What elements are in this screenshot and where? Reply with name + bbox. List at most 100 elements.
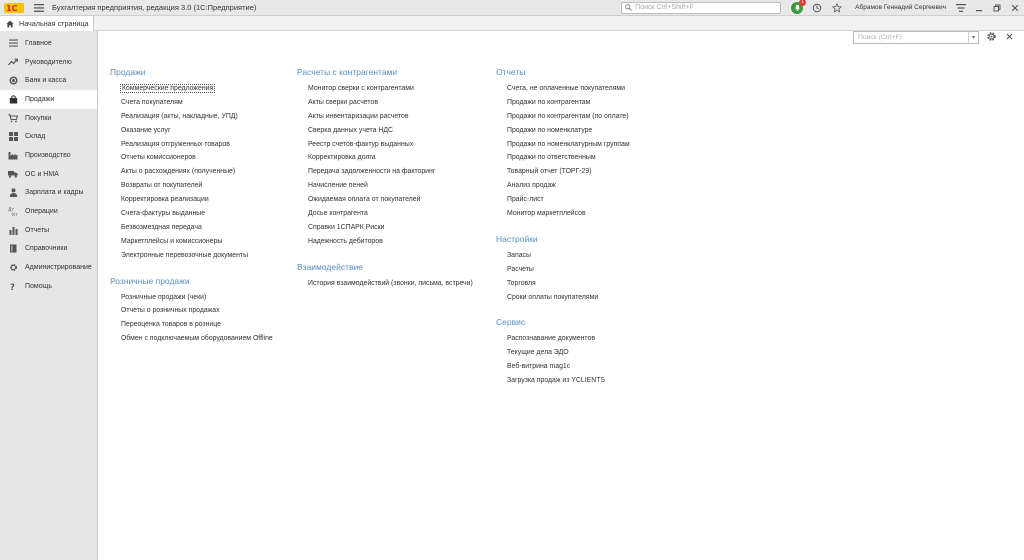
link-retail-reports[interactable]: Отчеты о розничных продажах (110, 304, 290, 318)
link-retail-receipts[interactable]: Розничные продажи (чеки) (110, 291, 290, 305)
column-sales: Продажи Коммерческие предложения Счета п… (110, 66, 290, 346)
grid-icon (8, 132, 18, 142)
link-free-transfer[interactable]: Безвозмездная передача (110, 221, 290, 235)
link-inventory-acts[interactable]: Акты инвентаризации расчетов (297, 110, 487, 124)
link-sales-by-item[interactable]: Продажи по номенклатуре (496, 124, 686, 138)
minimize-icon[interactable] (970, 1, 988, 15)
link-sales-by-counterparty[interactable]: Продажи по контрагентам (496, 96, 686, 110)
sidebar-item-help[interactable]: ? Помощь (0, 277, 97, 296)
sidebar-item-payroll[interactable]: Зарплата и кадры (0, 184, 97, 203)
link-interaction-history[interactable]: История взаимодействий (звонки, письма, … (297, 277, 487, 291)
link-customer-returns[interactable]: Возвраты от покупателей (110, 179, 290, 193)
1c-logo[interactable]: 1С (4, 2, 26, 14)
link-marketplaces[interactable]: Маркетплейсы и комиссионеры (110, 235, 290, 249)
truck-icon (8, 169, 18, 179)
link-sales-acts[interactable]: Реализация (акты, накладные, УПД) (110, 110, 290, 124)
favorites-star-icon[interactable] (830, 1, 844, 15)
link-settings-stock[interactable]: Запасы (496, 249, 686, 263)
sidebar-item-directories[interactable]: Справочники (0, 240, 97, 259)
link-shipped-goods[interactable]: Реализация отгруженных товаров (110, 138, 290, 152)
tab-home-page[interactable]: Начальная страница (0, 16, 94, 31)
link-customer-invoices[interactable]: Счета покупателям (110, 96, 290, 110)
link-e-transport-docs[interactable]: Электронные перевозочные документы (110, 249, 290, 263)
sidebar-item-main[interactable]: Главное (0, 34, 97, 53)
history-icon[interactable] (810, 1, 824, 15)
sidebar-item-manager[interactable]: Руководителю (0, 53, 97, 72)
link-settings-payment-terms[interactable]: Сроки оплаты покупателями (496, 291, 686, 305)
sidebar-item-label: Справочники (25, 245, 68, 253)
link-document-recognition[interactable]: Распознавание документов (496, 332, 686, 346)
sidebar-item-label: Банк и касса (25, 77, 67, 85)
link-spark-risks[interactable]: Справки 1СПАРК Риски (297, 221, 487, 235)
link-expected-payment[interactable]: Ожидаемая оплата от покупателей (297, 193, 487, 207)
sidebar-item-administration[interactable]: Администрирование (0, 258, 97, 277)
user-name[interactable]: Абрамов Геннадий Сергеевич (855, 4, 946, 11)
window-menu-icon[interactable] (952, 1, 970, 15)
link-sales-analysis[interactable]: Анализ продаж (496, 179, 686, 193)
link-torg-29[interactable]: Товарный отчет (ТОРГ-29) (496, 165, 686, 179)
column-reports: Отчеты Счета, не оплаченные покупателями… (496, 66, 686, 388)
link-penalties[interactable]: Начисление пеней (297, 179, 487, 193)
link-sales-by-responsible[interactable]: Продажи по ответственным (496, 151, 686, 165)
bag-icon (8, 94, 18, 104)
sidebar-item-warehouse[interactable]: Склад (0, 127, 97, 146)
global-search-input[interactable]: Поиск Ctrl+Shift+F (621, 1, 782, 14)
trend-icon (8, 57, 18, 67)
link-yclients-import[interactable]: Загрузка продаж из YCLIENTS (496, 374, 686, 388)
link-vat-reconciliation[interactable]: Сверка данных учета НДС (297, 124, 487, 138)
column-settlements: Расчеты с контрагентами Монитор сверки с… (297, 66, 487, 291)
link-retail-revaluation[interactable]: Переоценка товаров в рознице (110, 318, 290, 332)
section-title-interaction: Взаимодействие (297, 261, 363, 272)
sidebar-item-fixed-assets[interactable]: ОС и НМА (0, 165, 97, 184)
link-reconciliation-acts[interactable]: Акты сверки расчетов (297, 96, 487, 110)
link-sales-by-counterparty-payment[interactable]: Продажи по контрагентам (по оплате) (496, 110, 686, 124)
link-services[interactable]: Оказание услуг (110, 124, 290, 138)
section-search-input[interactable]: Поиск (Ctrl+F) ▾ (853, 31, 979, 44)
link-edo-tasks[interactable]: Текущие дела ЭДО (496, 346, 686, 360)
link-settings-trade[interactable]: Торговля (496, 277, 686, 291)
notifications-button[interactable]: 1 (790, 0, 807, 15)
sidebar-item-label: Продажи (25, 95, 55, 103)
title-bar: 1С Бухгалтерия предприятия, редакция 3.0… (0, 0, 1024, 16)
sidebar-item-bank[interactable]: Банк и касса (0, 71, 97, 90)
link-settings-settlements[interactable]: Расчеты (496, 263, 686, 277)
sidebar-item-sales[interactable]: Продажи (0, 90, 97, 109)
link-discrepancy-acts[interactable]: Акты о расхождениях (полученные) (110, 165, 290, 179)
search-icon (625, 4, 633, 11)
link-web-showcase[interactable]: Веб-витрина mag1c (496, 360, 686, 374)
sidebar-item-label: Зарплата и кадры (25, 189, 84, 197)
close-window-icon[interactable] (1006, 1, 1024, 15)
link-commissioner-reports[interactable]: Отчеты комиссионеров (110, 151, 290, 165)
link-invoice-register[interactable]: Реестр счетов-фактур выданных (297, 138, 487, 152)
sidebar-item-purchases[interactable]: Покупки (0, 109, 97, 128)
link-sales-adjustment[interactable]: Корректировка реализации (110, 193, 290, 207)
link-issued-invoices[interactable]: Счета-фактуры выданные (110, 207, 290, 221)
link-factoring[interactable]: Передача задолженности на факторинг (297, 165, 487, 179)
link-sales-by-item-group[interactable]: Продажи по номенклатурным группам (496, 138, 686, 152)
sidebar-item-label: Покупки (25, 114, 52, 122)
global-search-placeholder: Поиск Ctrl+Shift+F (635, 4, 694, 11)
link-price-list[interactable]: Прайс-лист (496, 193, 686, 207)
section-title-settings: Настройки (496, 233, 538, 244)
settings-gear-icon[interactable] (985, 30, 998, 43)
svg-text:Кт: Кт (12, 212, 18, 216)
link-counterparty-dossier[interactable]: Досье контрагента (297, 207, 487, 221)
sidebar-item-production[interactable]: Производство (0, 146, 97, 165)
search-dropdown-icon[interactable]: ▾ (968, 32, 978, 43)
sidebar-item-operations[interactable]: Дт Кт Операции (0, 202, 97, 221)
restore-icon[interactable] (988, 1, 1006, 15)
link-reconciliation-monitor[interactable]: Монитор сверки с контрагентами (297, 82, 487, 96)
link-debt-adjustment[interactable]: Корректировка долга (297, 151, 487, 165)
link-offline-exchange[interactable]: Обмен с подключаемым оборудованием Offli… (110, 332, 290, 346)
sidebar-item-label: Склад (25, 133, 46, 141)
sidebar-item-label: Операции (25, 208, 58, 216)
link-debtor-reliability[interactable]: Надежность дебиторов (297, 235, 487, 249)
main-content: Поиск (Ctrl+F) ▾ Продажи Коммерческие пр… (98, 31, 1024, 560)
sidebar-item-reports[interactable]: Отчеты (0, 221, 97, 240)
sidebar-item-label: Руководителю (25, 58, 72, 66)
hamburger-menu-icon[interactable] (32, 2, 46, 14)
link-unpaid-invoices[interactable]: Счета, не оплаченные покупателями (496, 82, 686, 96)
close-icon[interactable] (1003, 30, 1015, 43)
link-commercial-offers[interactable]: Коммерческие предложения (110, 82, 290, 96)
link-marketplace-monitor[interactable]: Монитор маркетплейсов (496, 207, 686, 221)
